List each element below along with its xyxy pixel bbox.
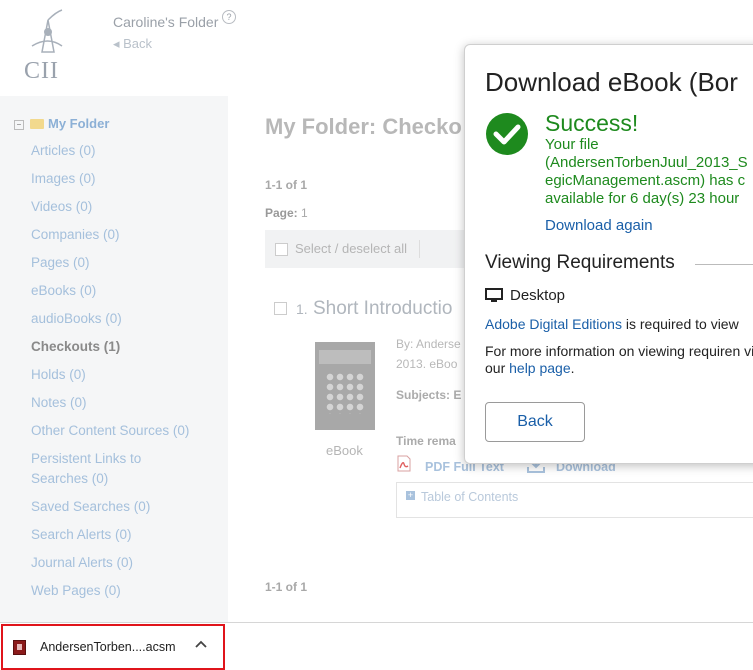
cii-logo: CII (22, 6, 72, 84)
success-message: Your file (AndersenTorbenJuul_2013_S egi… (545, 136, 748, 207)
item-publication: 2013. eBoo (396, 357, 458, 371)
success-check-icon (486, 113, 528, 155)
sidebar-item[interactable]: Other Content Sources (0) (31, 423, 189, 438)
pdf-icon (397, 455, 411, 472)
help-info-end: . (570, 360, 575, 376)
folder-title: Caroline's Folder (113, 14, 219, 30)
ade-requirement-text: is required to view (621, 316, 739, 332)
item-checkbox[interactable] (274, 302, 287, 315)
back-button[interactable]: Back (485, 402, 585, 442)
dialog-title: Download eBook (Bor (485, 67, 738, 97)
results-range-top: 1-1 of 1 (265, 178, 308, 192)
back-link[interactable]: ◂ Back (113, 36, 152, 52)
viewing-requirements-heading: Viewing Requirements (485, 252, 675, 273)
acsm-file-icon (13, 640, 26, 655)
sidebar-item[interactable]: Pages (0) (31, 255, 90, 270)
page-indicator: Page: 1 (265, 206, 308, 220)
page-value: 1 (301, 206, 308, 220)
sidebar-item[interactable]: Images (0) (31, 171, 96, 186)
cover-band (319, 350, 371, 364)
help-icon[interactable]: ? (222, 10, 236, 24)
heading-rule (695, 264, 753, 265)
sidebar-item[interactable]: Companies (0) (31, 227, 120, 242)
cover-pattern (325, 372, 365, 414)
collapse-icon[interactable]: – (14, 120, 24, 130)
book-cover-image[interactable] (315, 342, 375, 430)
help-page-link[interactable]: help page (509, 360, 571, 376)
downloaded-file-item[interactable]: AndersenTorben....acsm (1, 624, 225, 670)
item-title-link[interactable]: 1. Short Introductio (296, 298, 452, 320)
download-ebook-dialog: Download eBook (Bor Success! Your file (… (464, 44, 753, 464)
toolbar-divider (419, 240, 420, 258)
download-again-link[interactable]: Download again (545, 217, 653, 234)
logo-emblem-icon (31, 9, 63, 53)
browser-download-bar: AndersenTorben....acsm (0, 622, 753, 670)
sidebar-item[interactable]: Saved Searches (0) (31, 499, 150, 514)
sidebar-item[interactable]: Search Alerts (0) (31, 527, 132, 542)
chevron-up-icon[interactable] (193, 636, 209, 652)
downloaded-file-name: AndersenTorben....acsm (40, 640, 176, 654)
adobe-digital-editions-link[interactable]: Adobe Digital Editions (485, 316, 622, 332)
sidebar-item[interactable]: eBooks (0) (31, 283, 96, 298)
sidebar-item[interactable]: Web Pages (0) (31, 583, 121, 598)
sidebar-item[interactable]: Checkouts (1) (31, 339, 120, 354)
sidebar-item[interactable]: Searches (0) (31, 471, 108, 486)
page-label: Page: (265, 206, 298, 220)
desktop-label: Desktop (510, 287, 566, 304)
folder-icon (30, 119, 44, 129)
item-author: By: Anderse (396, 337, 461, 351)
item-title: Short Introductio (312, 298, 453, 319)
item-subjects: Subjects: E (396, 388, 462, 402)
sidebar-root-my-folder[interactable]: – My Folder (14, 116, 109, 131)
toc-label: Table of Contents (421, 490, 519, 504)
select-toolbar: Select / deselect all (265, 230, 465, 268)
help-info: For more information on viewing requiren… (485, 343, 753, 377)
sidebar-root-label: My Folder (48, 116, 110, 131)
page-title: My Folder: Checko (265, 114, 462, 139)
sidebar-item[interactable]: Videos (0) (31, 199, 92, 214)
logo-text: CII (24, 58, 59, 84)
select-all-label[interactable]: Select / deselect all (295, 241, 407, 256)
sidebar-item[interactable]: Holds (0) (31, 367, 86, 382)
sidebar-item[interactable]: Notes (0) (31, 395, 87, 410)
ade-requirement: Adobe Digital Editions is required to vi… (485, 316, 739, 332)
sidebar-item[interactable]: audioBooks (0) (31, 311, 122, 326)
table-of-contents-toggle[interactable]: + Table of Contents (396, 482, 753, 518)
item-time-remaining: Time rema (396, 434, 456, 448)
back-link-label: Back (123, 36, 153, 51)
select-all-checkbox[interactable] (275, 243, 288, 256)
item-type: eBook (326, 443, 363, 458)
item-number: 1. (296, 301, 308, 317)
success-heading: Success! (545, 110, 639, 136)
sidebar-item[interactable]: Articles (0) (31, 143, 96, 158)
sidebar-item[interactable]: Journal Alerts (0) (31, 555, 133, 570)
sidebar-item[interactable]: Persistent Links to (31, 451, 141, 466)
results-range-bottom: 1-1 of 1 (265, 580, 308, 594)
expand-plus-icon: + (406, 490, 415, 500)
desktop-monitor-icon (485, 288, 503, 302)
